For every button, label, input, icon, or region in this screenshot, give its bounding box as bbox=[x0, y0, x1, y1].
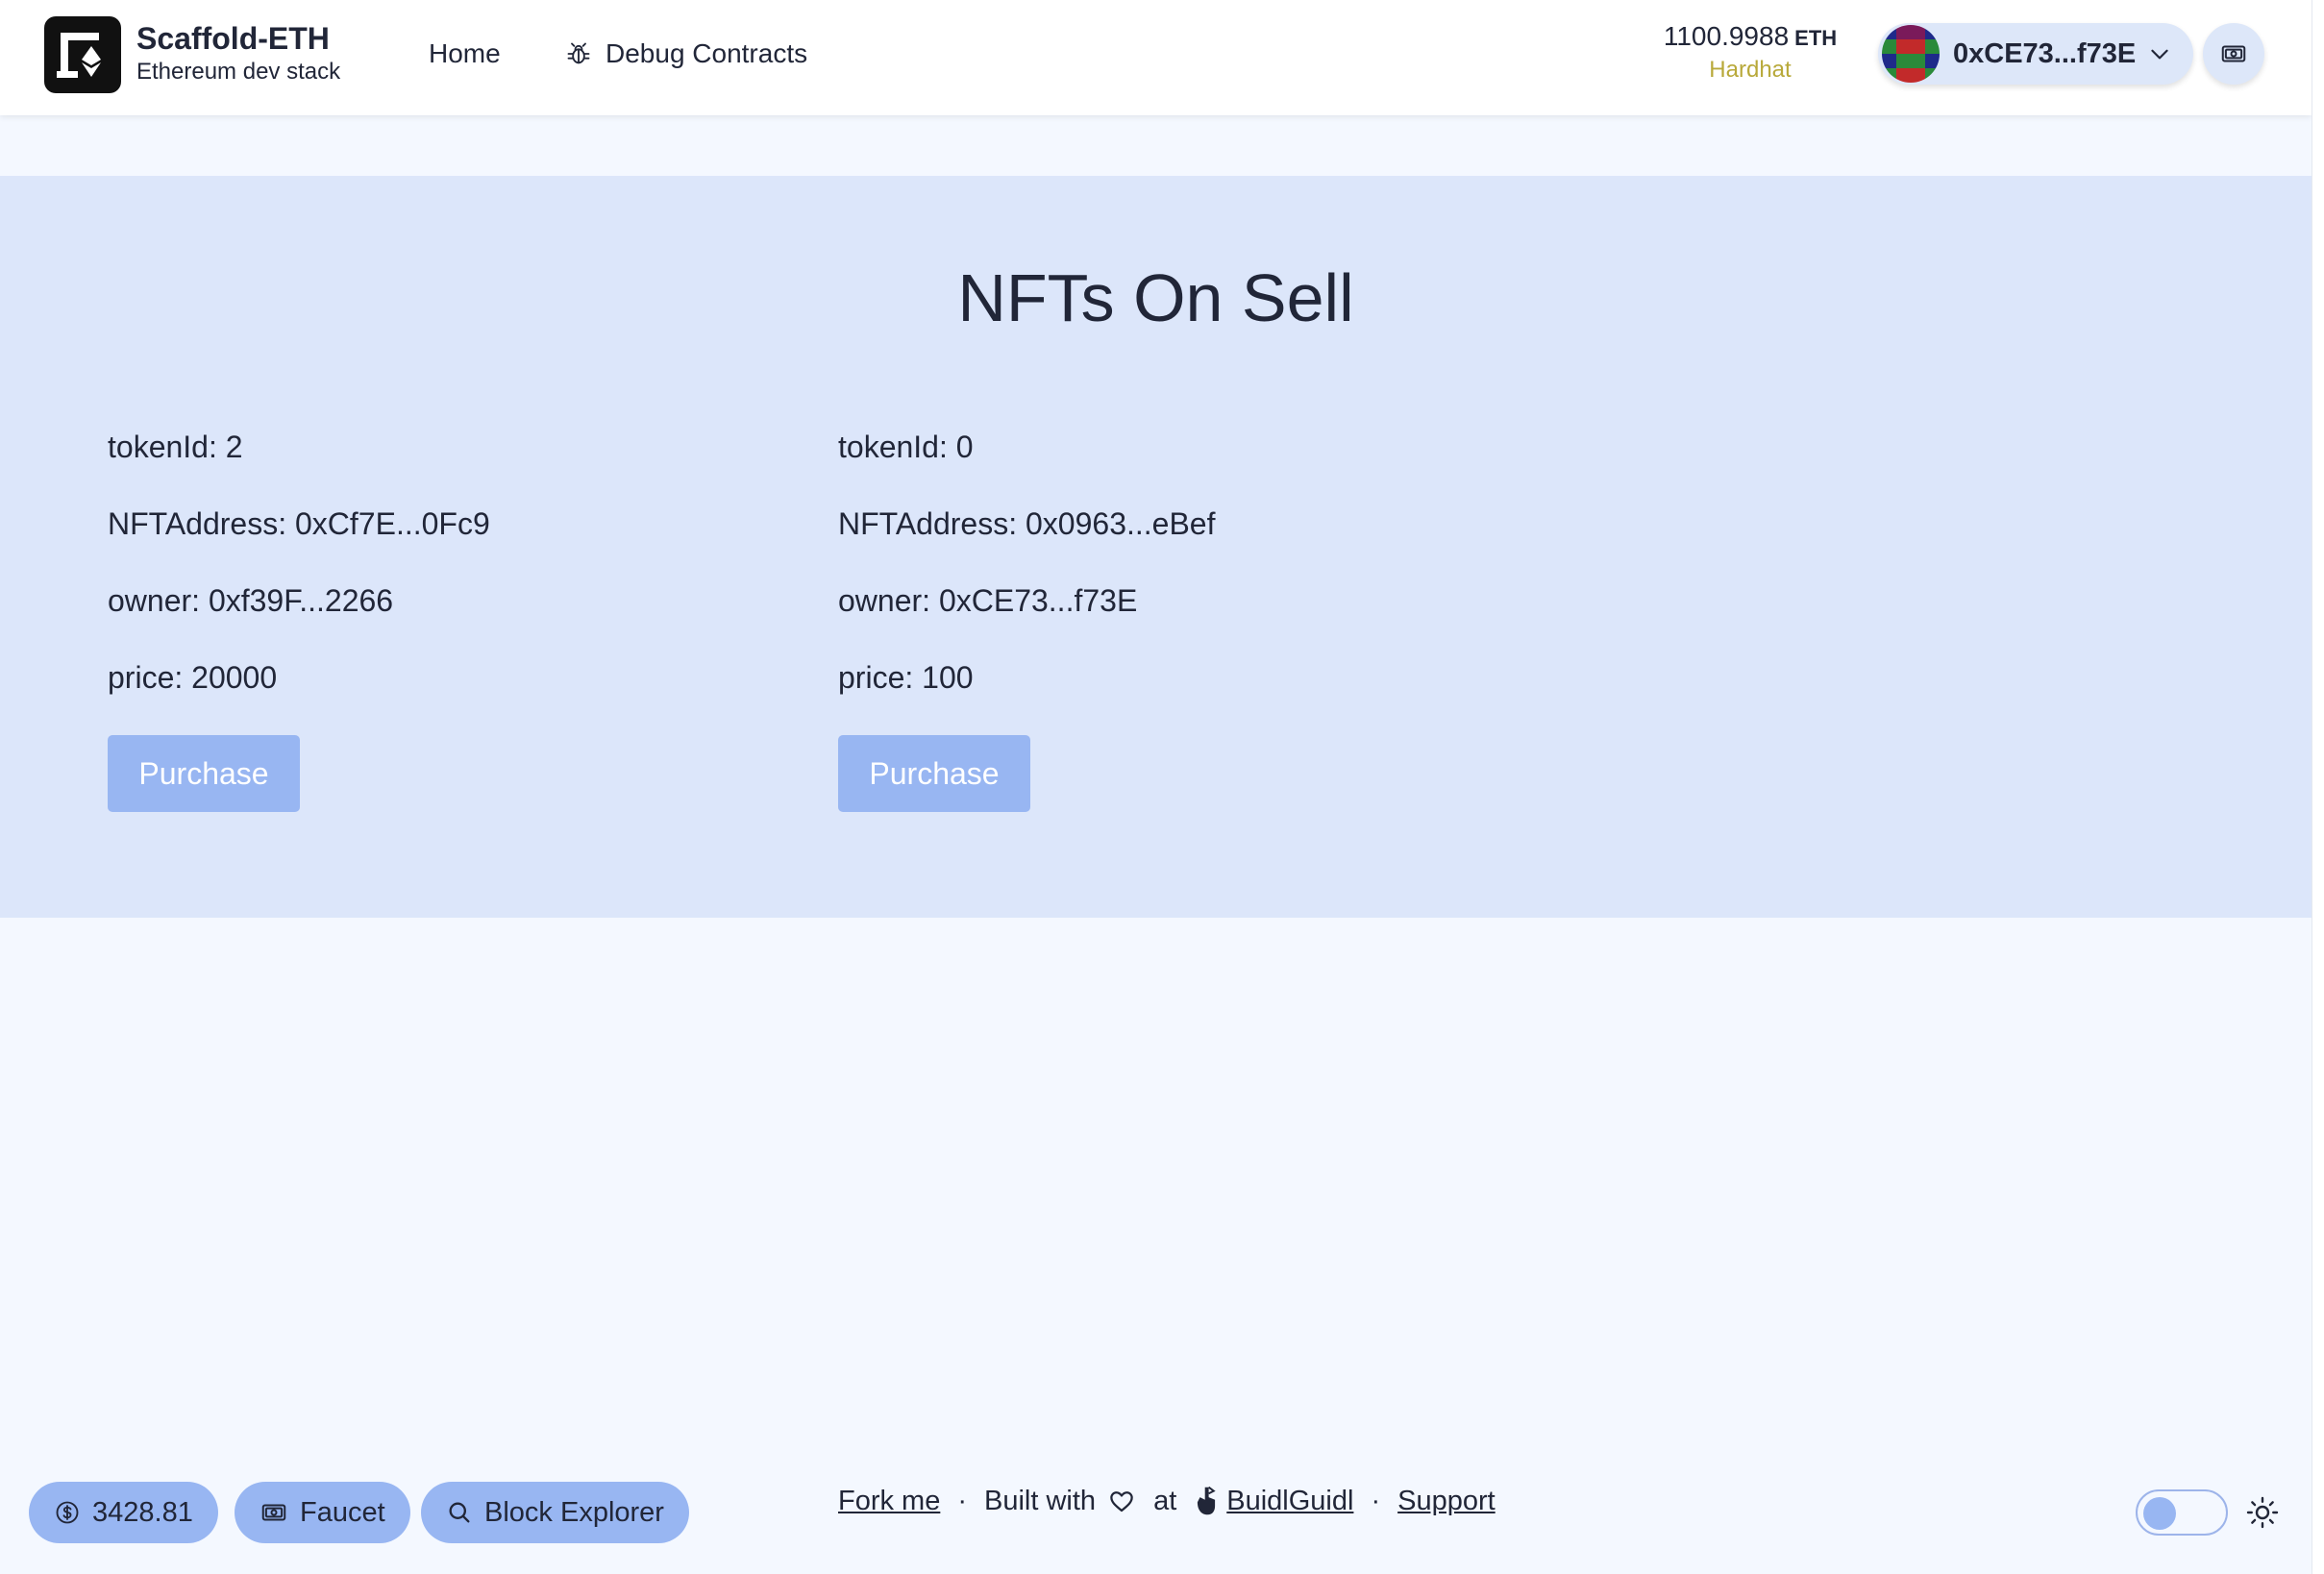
token-id: tokenId: 2 bbox=[108, 430, 243, 464]
account-address: 0xCE73...f73E bbox=[1953, 37, 2137, 69]
window-edge bbox=[2312, 0, 2324, 1574]
nfts-on-sell-section: NFTs On Sell tokenId: 2 NFTAddress: 0xCf… bbox=[0, 176, 2312, 918]
dollar-circle-icon bbox=[56, 1501, 79, 1524]
separator: · bbox=[1371, 1485, 1381, 1516]
nft-card: tokenId: 2 NFTAddress: 0xCf7E...0Fc9 own… bbox=[108, 428, 780, 812]
scaffold-logo[interactable] bbox=[44, 16, 121, 93]
token-id: tokenId: 0 bbox=[838, 430, 974, 464]
support-link[interactable]: Support bbox=[1397, 1486, 1496, 1517]
network-name: Hardhat bbox=[1709, 57, 1792, 83]
balance-amount-row: 1100.9988 ETH bbox=[1659, 19, 1842, 56]
page-title: NFTs On Sell bbox=[957, 260, 1354, 335]
block-explorer-button[interactable]: Block Explorer bbox=[421, 1482, 689, 1543]
nft-address: NFTAddress: 0x0963...eBef bbox=[838, 506, 1216, 541]
purchase-button[interactable]: Purchase bbox=[108, 735, 300, 812]
balance-amount: 1100.9988 bbox=[1663, 21, 1790, 51]
balance[interactable]: 1100.9988 ETH Hardhat bbox=[1659, 19, 1842, 85]
heart-icon bbox=[1110, 1491, 1133, 1513]
top-header: Scaffold-ETH Ethereum dev stack Home Deb… bbox=[0, 0, 2312, 115]
faucet-button[interactable]: Faucet bbox=[235, 1482, 410, 1543]
search-icon bbox=[449, 1502, 470, 1523]
nav-home[interactable]: Home bbox=[413, 31, 516, 77]
owner: owner: 0xCE73...f73E bbox=[838, 583, 1138, 618]
nav-debug-contracts[interactable]: Debug Contracts bbox=[550, 31, 823, 77]
nft-address: NFTAddress: 0xCf7E...0Fc9 bbox=[108, 506, 490, 541]
banknote-icon bbox=[2221, 45, 2246, 62]
price: price: 100 bbox=[838, 660, 974, 695]
theme-toggle[interactable] bbox=[2136, 1489, 2228, 1536]
banknote-icon bbox=[261, 1504, 286, 1521]
footer-links: Fork me · Built with at BuidlGuidl · Sup… bbox=[838, 1480, 1496, 1522]
buidlguidl-link[interactable]: BuidlGuidl bbox=[1226, 1486, 1353, 1517]
separator: · bbox=[957, 1485, 968, 1516]
toggle-knob bbox=[2143, 1497, 2176, 1530]
buidlguidl-logo-icon bbox=[1198, 1486, 1216, 1515]
account-dropdown-button[interactable]: 0xCE73...f73E bbox=[1878, 23, 2193, 85]
crane-eth-icon bbox=[57, 33, 101, 78]
block-explorer-label: Block Explorer bbox=[484, 1496, 664, 1528]
faucet-wallet-button[interactable] bbox=[2203, 23, 2264, 85]
brand-title: Scaffold-ETH bbox=[136, 21, 330, 56]
balance-unit: ETH bbox=[1794, 26, 1838, 50]
bug-icon bbox=[567, 42, 590, 64]
nft-card: tokenId: 0 NFTAddress: 0x0963...eBef own… bbox=[838, 428, 1511, 812]
at-text: at bbox=[1153, 1485, 1177, 1516]
built-with-text: Built with bbox=[984, 1485, 1097, 1516]
purchase-button[interactable]: Purchase bbox=[838, 735, 1030, 812]
price: price: 20000 bbox=[108, 660, 278, 695]
eth-price: 3428.81 bbox=[92, 1496, 193, 1528]
brand: Scaffold-ETH Ethereum dev stack bbox=[136, 19, 340, 86]
faucet-label: Faucet bbox=[300, 1496, 385, 1528]
sun-icon bbox=[2246, 1496, 2279, 1529]
avatar bbox=[1882, 25, 1940, 83]
fork-me-link[interactable]: Fork me bbox=[838, 1486, 940, 1517]
owner: owner: 0xf39F...2266 bbox=[108, 583, 394, 618]
chevron-down-icon bbox=[2151, 49, 2168, 60]
eth-price-pill[interactable]: 3428.81 bbox=[29, 1482, 218, 1543]
brand-subtitle: Ethereum dev stack bbox=[136, 59, 341, 85]
nav-debug-label: Debug Contracts bbox=[606, 38, 808, 68]
